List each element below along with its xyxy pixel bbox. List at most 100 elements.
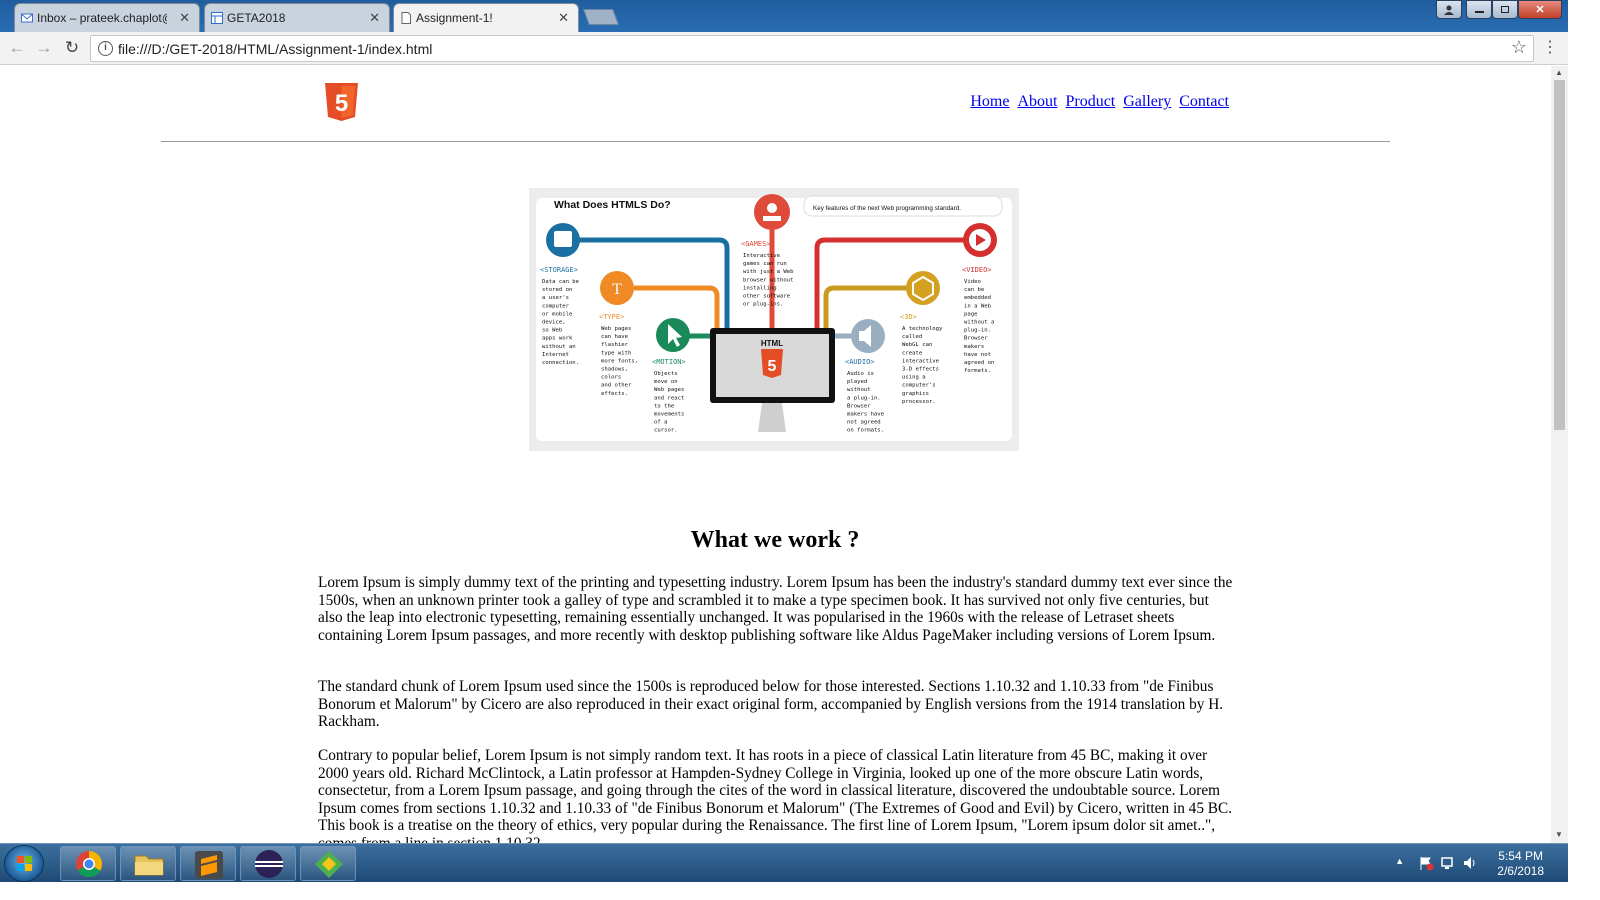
tab-title: Assignment-1! (416, 11, 493, 25)
feature-text-games: Interactive (743, 253, 781, 259)
chrome-icon (76, 850, 103, 878)
clock[interactable]: 5:54 PM 2/6/2018 (1497, 849, 1544, 879)
taskbar-git[interactable] (300, 846, 356, 881)
feature-text-3d: graphics (902, 391, 929, 397)
feature-text-3d: processor. (902, 399, 936, 405)
tab-title: Inbox – prateek.chaplot@ (37, 11, 167, 25)
nav-link-about[interactable]: About (1017, 93, 1057, 110)
windows-taskbar: ▲ 5:54 PM 2/6/2018 (0, 843, 1568, 882)
feature-text-motion: move on (654, 379, 678, 385)
feature-text-video: agreed on (964, 360, 994, 366)
feature-text-type: shadows, (601, 367, 628, 373)
feature-text-audio: without (847, 387, 871, 393)
feature-text-type: more fonts, (601, 358, 638, 364)
tab-geta2018[interactable]: GETA2018 ✕ (204, 3, 390, 32)
close-tab-icon[interactable]: ✕ (558, 10, 569, 26)
feature-text-video: makers (964, 344, 984, 350)
menu-icon[interactable]: ⋮ (1542, 37, 1558, 57)
close-tab-icon[interactable]: ✕ (369, 10, 380, 26)
windows-logo-icon (17, 856, 32, 871)
nav-link-product[interactable]: Product (1065, 93, 1115, 110)
feature-text-audio: makers have (847, 412, 885, 418)
feature-tag-games: <GAMES> (741, 240, 771, 248)
feature-text-3d: interactive (902, 358, 940, 364)
feature-text-video: embedded (964, 295, 991, 301)
svg-text:5: 5 (768, 358, 777, 375)
feature-text-motion: Web pages (654, 387, 684, 393)
taskbar-eclipse[interactable] (240, 846, 296, 881)
nav-link-contact[interactable]: Contact (1179, 93, 1229, 110)
new-tab-button[interactable] (583, 9, 619, 25)
feature-text-video: without a (964, 320, 994, 326)
taskbar-sublime-text[interactable] (180, 846, 236, 881)
address-bar[interactable]: i file:///D:/GET-2018/HTML/Assignment-1/… (90, 35, 1534, 62)
feature-text-motion: cursor. (654, 428, 678, 434)
back-icon[interactable]: ← (7, 38, 27, 58)
feature-text-video: in a Web (964, 303, 992, 309)
feature-text-audio: Audio is (847, 371, 874, 377)
feature-text-games: with just a Web (743, 269, 794, 275)
feature-text-video: plug-in. (964, 328, 991, 334)
sublime-text-icon (195, 851, 223, 879)
volume-icon[interactable] (1462, 855, 1478, 871)
eclipse-icon (255, 850, 283, 878)
start-button[interactable] (4, 845, 44, 882)
nav-link-home[interactable]: Home (970, 93, 1009, 110)
bookmark-star-icon[interactable]: ☆ (1511, 37, 1527, 58)
reload-icon[interactable]: ↻ (62, 38, 82, 58)
feature-text-storage: device, (542, 320, 566, 326)
close-tab-icon[interactable]: ✕ (179, 10, 190, 26)
feature-text-3d: 3-D effects (902, 367, 939, 373)
feature-text-type: flashier (601, 342, 629, 348)
feature-text-3d: using a (902, 375, 926, 381)
feature-text-motion: Objects (654, 371, 678, 377)
taskbar-file-explorer[interactable] (120, 846, 176, 881)
feature-text-storage: or mobile (542, 311, 573, 317)
feature-text-audio: a plug-in. (847, 395, 881, 401)
main-nav: Home About Product Gallery Contact (966, 93, 1229, 111)
minimize-button[interactable] (1466, 0, 1492, 19)
feature-tag-motion: <MOTION> (652, 358, 686, 366)
user-icon[interactable] (1436, 0, 1462, 19)
close-window-button[interactable]: ✕ (1518, 0, 1562, 19)
paragraph-2: The standard chunk of Lorem Ipsum used s… (318, 678, 1224, 731)
browser-titlebar: Inbox – prateek.chaplot@ ✕ GETA2018 ✕ As… (0, 0, 1568, 32)
feature-text-games: other software (743, 294, 791, 300)
show-hidden-icons-icon[interactable]: ▲ (1395, 856, 1404, 866)
restore-button[interactable] (1492, 0, 1518, 19)
scrollbar-thumb[interactable] (1554, 80, 1565, 430)
info-icon[interactable]: i (98, 41, 113, 56)
section-heading: What we work ? (690, 527, 860, 553)
feature-text-type: Web pages (601, 326, 631, 332)
feature-text-video: Browser (964, 336, 988, 342)
infographic-title: What Does HTMLS Do? (554, 199, 671, 211)
tab-title: GETA2018 (227, 11, 286, 25)
feature-tag-type: <TYPE> (599, 313, 624, 321)
tab-assignment-1[interactable]: Assignment-1! ✕ (393, 3, 579, 32)
scroll-down-icon[interactable]: ▼ (1555, 830, 1563, 839)
vertical-scrollbar[interactable]: ▲ ▼ (1551, 66, 1568, 843)
forward-icon[interactable]: → (34, 38, 54, 58)
feature-text-audio: not agreed (847, 420, 881, 426)
feature-text-3d: A technology (902, 326, 943, 332)
feature-text-motion: movements (654, 412, 684, 418)
feature-text-storage: apps work (542, 336, 573, 342)
nav-link-gallery[interactable]: Gallery (1123, 93, 1171, 110)
taskbar-chrome[interactable] (60, 846, 116, 881)
action-center-flag-icon[interactable] (1418, 855, 1434, 871)
paragraph-3: Contrary to popular belief, Lorem Ipsum … (318, 747, 1233, 843)
feature-text-type: can have (601, 334, 629, 340)
page-icon (401, 12, 411, 24)
feature-text-storage: connection. (542, 360, 579, 366)
feature-text-type: effects. (601, 391, 628, 397)
svg-text:T: T (612, 281, 622, 298)
feature-tag-video: <VIDEO> (962, 266, 992, 274)
network-icon[interactable] (1440, 855, 1456, 871)
feature-text-video: can be (964, 287, 985, 293)
tab-inbox[interactable]: Inbox – prateek.chaplot@ ✕ (14, 3, 200, 32)
url-text[interactable]: file:///D:/GET-2018/HTML/Assignment-1/in… (118, 41, 432, 57)
feature-text-games: or plug-ins. (743, 302, 783, 308)
scroll-up-icon[interactable]: ▲ (1555, 68, 1563, 77)
infographic-subtitle: Key features of the next Web programming… (813, 205, 961, 212)
feature-text-games: games can run (743, 261, 787, 267)
